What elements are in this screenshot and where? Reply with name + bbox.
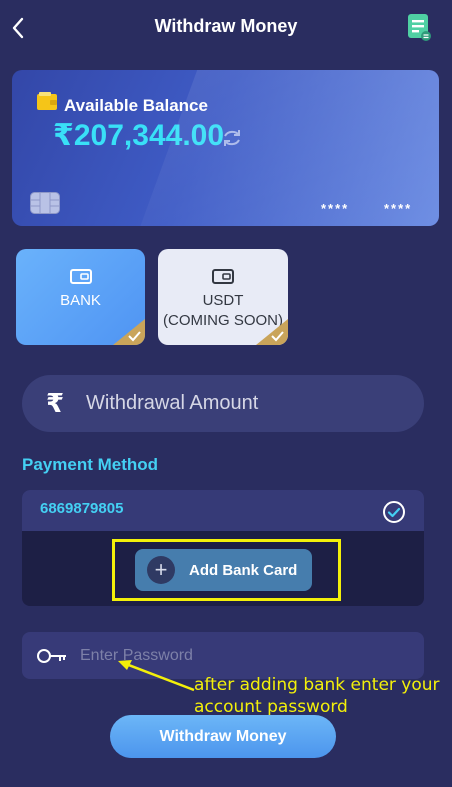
add-bank-card-button[interactable]: + Add Bank Card [135, 549, 312, 591]
method-label-bank: BANK [60, 292, 101, 309]
bank-account-number: 6869879805 [40, 500, 124, 517]
balance-label: Available Balance [64, 96, 208, 115]
wallet-icon [37, 92, 57, 110]
header: Withdraw Money [0, 0, 452, 56]
selected-check-icon [113, 319, 145, 345]
wallet-outline-icon [212, 269, 234, 284]
method-tile-usdt[interactable]: USDT (COMING SOON) [158, 249, 288, 345]
card-chip-icon [30, 192, 60, 214]
balance-card: Available Balance ₹207,344.00 **** **** [12, 70, 439, 226]
bank-account-row[interactable]: 6869879805 [22, 490, 424, 531]
key-icon [37, 648, 66, 663]
payment-method-heading: Payment Method [22, 455, 159, 474]
password-field [22, 632, 424, 679]
check-circle-icon [383, 501, 405, 523]
history-document-icon[interactable] [406, 12, 432, 42]
refresh-icon[interactable] [220, 126, 244, 150]
annotation-text: after adding bank enter your account pas… [194, 675, 440, 717]
withdrawal-amount-input[interactable] [84, 391, 408, 416]
check-corner-icon [256, 319, 288, 345]
bank-card-icon [69, 269, 92, 284]
rupee-icon: ₹ [46, 388, 65, 418]
plus-icon: + [147, 556, 175, 584]
method-tile-bank[interactable]: BANK [16, 249, 145, 345]
withdraw-money-button[interactable]: Withdraw Money [110, 715, 336, 758]
page-title: Withdraw Money [154, 16, 298, 36]
balance-amount: ₹207,344.00 [53, 119, 225, 152]
card-mask-1: **** [321, 201, 350, 216]
add-bank-card-label: Add Bank Card [189, 561, 298, 579]
card-mask-2: **** [384, 201, 413, 216]
withdrawal-amount-field: ₹ [22, 375, 424, 432]
